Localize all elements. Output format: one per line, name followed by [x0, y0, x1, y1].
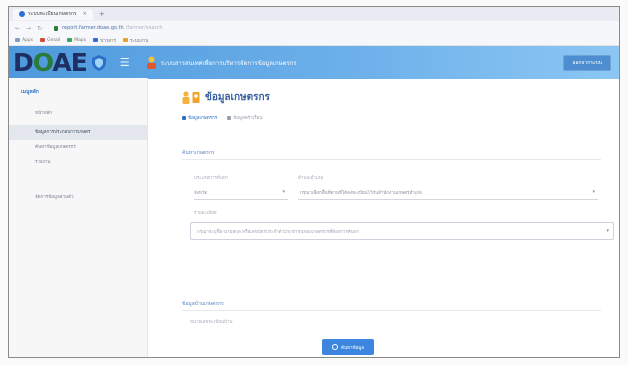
reload-icon[interactable]: ↻	[37, 25, 42, 32]
user-icon	[182, 115, 186, 120]
sidebar-item-profile[interactable]: จัดการข้อมูลส่วนตัว	[9, 190, 147, 205]
tab-household[interactable]: ข้อมูลครัวเรือน	[227, 114, 262, 121]
logout-button[interactable]: ออกจากระบบ	[563, 55, 611, 71]
tab-farmer-info[interactable]: ข้อมูลเกษตรกร	[182, 114, 217, 121]
browser-tab-title: ระบบทะเบียนเกษตรกร	[28, 11, 77, 17]
sidebar-item-report[interactable]: รายงาน	[9, 155, 147, 170]
page-title: ข้อมูลเกษตรกร	[182, 90, 270, 105]
bookmark-item[interactable]: ระบบงาน	[122, 37, 148, 44]
app-body: เมนูหลัก หน้าหลัก ข้อมูลการประกอบการเกษต…	[9, 78, 619, 357]
house-icon	[227, 115, 232, 120]
favicon-icon	[19, 11, 25, 17]
forward-icon[interactable]: →	[26, 25, 31, 32]
chevron-down-icon: ▾	[592, 189, 595, 195]
browser-tab[interactable]: ระบบทะเบียนเกษตรกร ×	[13, 8, 93, 20]
bookmark-item[interactable]: Maps	[67, 38, 86, 43]
screenshot-frame: ระบบทะเบียนเกษตรกร × + ← → ↻ report.farm…	[8, 6, 620, 358]
user-card-icon	[192, 92, 200, 103]
url-input[interactable]: report.farmer.doae.go.th	[62, 25, 124, 31]
folder-icon	[122, 38, 128, 42]
section-divider	[182, 310, 601, 311]
section-house-title: ข้อมูลบ้านเกษตรกร	[182, 301, 224, 307]
area-select[interactable]: กรุณาเลือกพื้นที่ตามที่ได้ลงทะเบียนไว้กั…	[298, 185, 598, 200]
chevron-down-icon: ▾	[606, 228, 609, 234]
shield-logo-icon	[91, 54, 106, 71]
search-type-label: ประเภทการค้นหา	[194, 176, 229, 181]
search-icon	[331, 344, 338, 350]
section-search-title: ค้นหาเกษตรกร	[182, 150, 215, 156]
search-type-select[interactable]: จังหวัด ▾	[194, 185, 288, 200]
bookmarks-bar: Apps Gmail Maps ข่าวสาร ระบบงาน	[9, 35, 619, 46]
sidebar-header: เมนูหลัก	[21, 89, 39, 95]
bookmark-item[interactable]: Gmail	[40, 38, 60, 43]
sidebar: เมนูหลัก หน้าหลัก ข้อมูลการประกอบการเกษต…	[9, 78, 148, 357]
farmer-icon	[182, 91, 190, 104]
main-content: ข้อมูลเกษตรกร ข้อมูลเกษตรกร ข้อมูลครัวเร…	[148, 78, 619, 357]
app-header: DOAE ☰ ระบบสารสนเทศเพื่อการบริหารจัดการข…	[9, 46, 619, 79]
apps-icon	[15, 38, 20, 42]
lock-icon	[54, 25, 59, 31]
tab-bar: ข้อมูลเกษตรกร ข้อมูลครัวเรือน	[182, 114, 262, 121]
news-icon	[93, 38, 99, 42]
menu-toggle-icon[interactable]: ☰	[120, 56, 130, 69]
url-path: /farmer/search	[125, 25, 163, 31]
address-bar: ← → ↻ report.farmer.doae.go.th /farmer/s…	[9, 21, 619, 35]
doae-logo[interactable]: DOAE	[13, 50, 88, 75]
gmail-icon	[40, 38, 46, 42]
search-button[interactable]: ค้นหาข้อมูล	[322, 339, 374, 355]
bookmark-item[interactable]: Apps	[15, 38, 33, 43]
page-title-text: ข้อมูลเกษตรกร	[205, 92, 270, 103]
sidebar-item-home[interactable]: หน้าหลัก	[9, 106, 147, 121]
section-divider	[182, 159, 601, 160]
bookmark-item[interactable]: ข่าวสาร	[93, 37, 116, 44]
user-avatar-icon[interactable]	[146, 56, 157, 70]
maps-icon	[67, 38, 73, 42]
new-tab-button[interactable]: +	[99, 10, 105, 18]
close-tab-icon[interactable]: ×	[83, 11, 87, 17]
sidebar-item-farm-data[interactable]: ข้อมูลการประกอบการเกษตร	[9, 125, 147, 140]
app-title: ระบบสารสนเทศเพื่อการบริหารจัดการข้อมูลเก…	[160, 59, 297, 67]
back-icon[interactable]: ←	[15, 25, 20, 32]
house-number-label: หมายเลขทะเบียนบ้าน	[190, 320, 233, 325]
detail-label: รายละเอียด	[194, 211, 217, 216]
chevron-down-icon: ▾	[282, 189, 285, 195]
detail-input[interactable]: กรุณาระบุชื่อ-นามสกุล หรือเลขบัตรประจำตั…	[190, 222, 614, 240]
area-label: ตำบล/อำเภอ	[298, 176, 324, 181]
browser-tab-bar: ระบบทะเบียนเกษตรกร × +	[9, 7, 619, 21]
sidebar-item-search-farmer[interactable]: ค้นหาข้อมูลเกษตรกร	[9, 140, 147, 155]
